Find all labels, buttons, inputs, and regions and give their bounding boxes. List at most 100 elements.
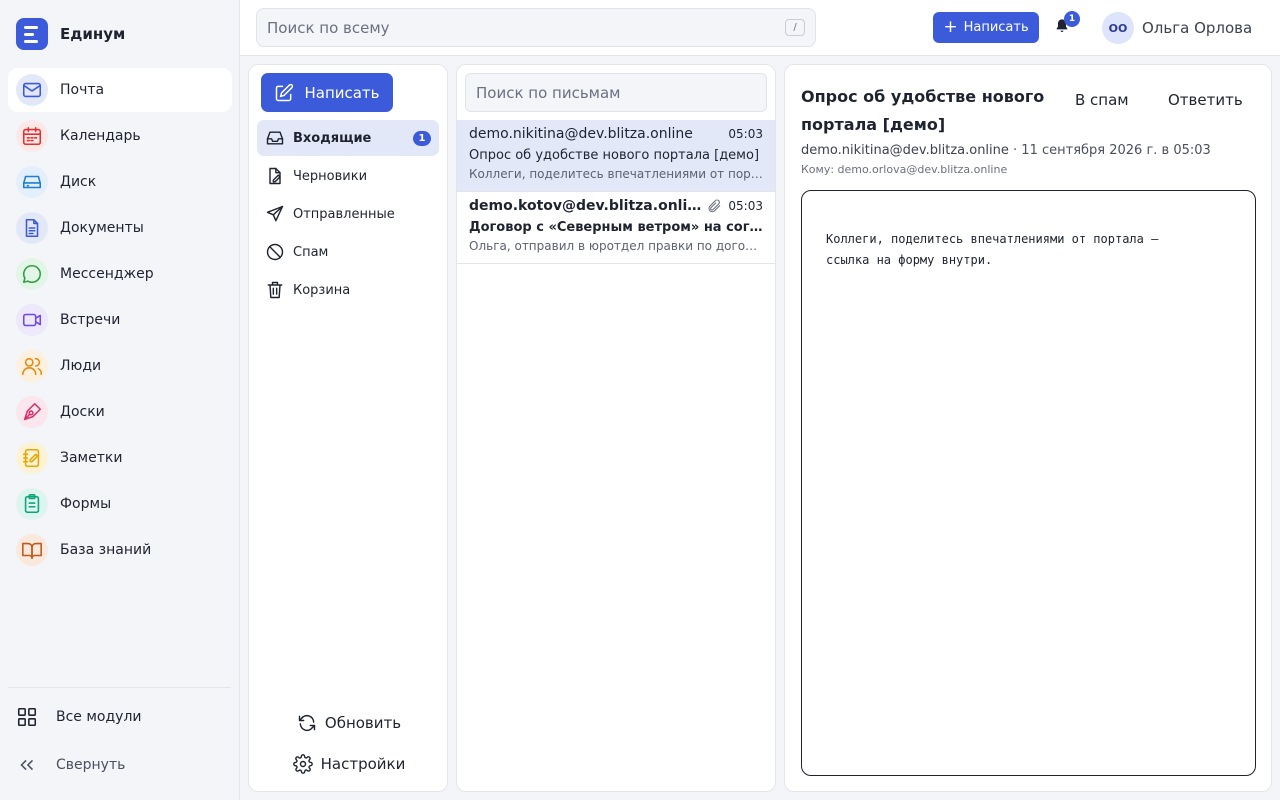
sidebar-item-label: Встречи: [60, 312, 121, 328]
sidebar-item-chat[interactable]: Мессенджер: [8, 252, 232, 296]
settings-label: Настройки: [320, 755, 406, 773]
refresh-icon: [298, 714, 316, 732]
brand-name: Единум: [60, 25, 126, 43]
folder-label: Черновики: [293, 168, 368, 184]
message-body: Коллеги, поделитесь впечатлениями от пор…: [801, 190, 1256, 776]
top-compose-button[interactable]: + Написать: [933, 12, 1039, 43]
send-icon: [266, 205, 284, 222]
sidebar-item-label: База знаний: [60, 542, 152, 558]
chat-icon-wrap: [16, 258, 48, 290]
pen-icon-wrap: [16, 396, 48, 428]
message-recipient: Кому: demo.orlova@dev.blitza.online: [801, 163, 1008, 176]
reply-button[interactable]: Ответить: [1168, 91, 1243, 109]
message-time: 05:03: [728, 127, 763, 141]
mail-search[interactable]: [465, 73, 767, 112]
gear-icon: [292, 754, 313, 774]
sidebar-item-label: Календарь: [60, 128, 141, 144]
video-icon: [22, 313, 42, 327]
mail-icon-wrap: [16, 74, 48, 106]
message-list-panel: demo.nikitina@dev.blitza.online 05:03 Опро…: [456, 64, 776, 792]
message-time: 05:03: [728, 199, 763, 213]
folders-panel: Написать Входящие 1 Черновики Отправленные С…: [248, 64, 448, 792]
message-date: · 11 сентября 2026 г. в 05:03: [1013, 143, 1211, 158]
folder-label: Корзина: [293, 282, 351, 298]
sidebar-item-calendar[interactable]: Календарь: [8, 114, 232, 158]
folder-send[interactable]: Отправленные: [257, 196, 439, 232]
folder-draft[interactable]: Черновики: [257, 158, 439, 194]
sidebar-item-label: Почта: [60, 82, 105, 98]
sidebar-item-book[interactable]: База знаний: [8, 528, 232, 572]
sidebar: Единум Почта Календарь Диск Документы Мессен…: [0, 0, 240, 800]
sidebar-item-mail[interactable]: Почта: [8, 68, 232, 112]
chat-icon: [22, 264, 41, 284]
sidebar-item-pen[interactable]: Доски: [8, 390, 232, 434]
notifications-badge: 1: [1064, 11, 1080, 27]
logo-icon: [16, 18, 48, 50]
edit-icon: [276, 83, 294, 101]
folder-inbox[interactable]: Входящие 1: [257, 120, 439, 156]
notes-icon: [22, 448, 40, 468]
global-search-input[interactable]: [267, 18, 785, 37]
plus-icon: +: [943, 17, 958, 37]
module-nav: Почта Календарь Диск Документы Мессенджер Вст…: [8, 68, 232, 574]
collapse-button[interactable]: Свернуть: [16, 754, 125, 776]
sidebar-item-label: Диск: [60, 174, 97, 190]
pen-icon: [23, 402, 42, 421]
search-shortcut: /: [785, 19, 805, 36]
compose-button[interactable]: Написать: [261, 73, 393, 112]
global-search[interactable]: /: [256, 8, 816, 47]
calendar-icon-wrap: [16, 120, 48, 152]
message-subject: Опрос об удобстве нового портала [демо]: [469, 148, 760, 163]
people-icon: [22, 357, 42, 376]
refresh-button[interactable]: Обновить: [249, 713, 449, 733]
spam-icon: [266, 243, 284, 261]
sidebar-item-clipboard[interactable]: Формы: [8, 482, 232, 526]
message-row[interactable]: demo.nikitina@dev.blitza.online 05:03 Опро…: [457, 120, 775, 192]
message-sender: demo.nikitina@dev.blitza.online: [469, 126, 693, 142]
refresh-label: Обновить: [324, 714, 402, 732]
spam-button[interactable]: В спам: [1075, 91, 1129, 109]
document-icon: [25, 218, 39, 238]
calendar-icon: [22, 126, 42, 146]
sidebar-item-label: Люди: [60, 358, 102, 374]
message-row[interactable]: demo.kotov@dev.blitza.online 05:03 Договор…: [457, 192, 775, 264]
divider: [8, 687, 231, 688]
folder-label: Отправленные: [293, 206, 395, 222]
sidebar-item-video[interactable]: Встречи: [8, 298, 232, 342]
folder-spam[interactable]: Спам: [257, 234, 439, 270]
compose-label: Написать: [304, 83, 380, 102]
brand[interactable]: Единум: [16, 18, 125, 50]
chevrons-left-icon: [20, 759, 34, 771]
all-modules-button[interactable]: Все модули: [16, 706, 142, 728]
sidebar-item-document[interactable]: Документы: [8, 206, 232, 250]
inbox-icon: [266, 131, 284, 145]
mail-search-input[interactable]: [476, 83, 756, 102]
message-from[interactable]: demo.nikitina@dev.blitza.online: [801, 143, 1009, 158]
collapse-label: Свернуть: [56, 757, 126, 773]
sidebar-item-drive[interactable]: Диск: [8, 160, 232, 204]
top-compose-label: Написать: [963, 20, 1029, 35]
video-icon-wrap: [16, 304, 48, 336]
drive-icon-wrap: [16, 166, 48, 198]
sidebar-item-people[interactable]: Люди: [8, 344, 232, 388]
notes-icon-wrap: [16, 442, 48, 474]
message-preview: Коллеги, поделитесь впечатлениями от пор…: [469, 167, 763, 181]
folder-label: Входящие: [293, 130, 372, 146]
message-sender: demo.kotov@dev.blitza.online: [469, 198, 707, 214]
sidebar-item-label: Доски: [60, 404, 105, 420]
mail-icon: [22, 82, 42, 98]
settings-button[interactable]: Настройки: [249, 754, 449, 774]
message-title: Опрос об удобстве нового портала [демо]: [801, 87, 1045, 134]
book-icon-wrap: [16, 534, 48, 566]
sidebar-item-label: Заметки: [60, 450, 123, 466]
clipboard-icon: [24, 494, 40, 514]
user-name: Ольга Орлова: [1142, 19, 1253, 37]
clipboard-icon-wrap: [16, 488, 48, 520]
user-menu[interactable]: ОО Ольга Орлова: [1102, 12, 1252, 44]
sidebar-item-notes[interactable]: Заметки: [8, 436, 232, 480]
message-meta: demo.nikitina@dev.blitza.online · 11 сен…: [801, 143, 1211, 158]
all-modules-label: Все модули: [56, 709, 142, 725]
notifications-button[interactable]: 1: [1054, 11, 1080, 38]
sidebar-item-label: Мессенджер: [60, 266, 154, 282]
folder-trash[interactable]: Корзина: [257, 272, 439, 308]
